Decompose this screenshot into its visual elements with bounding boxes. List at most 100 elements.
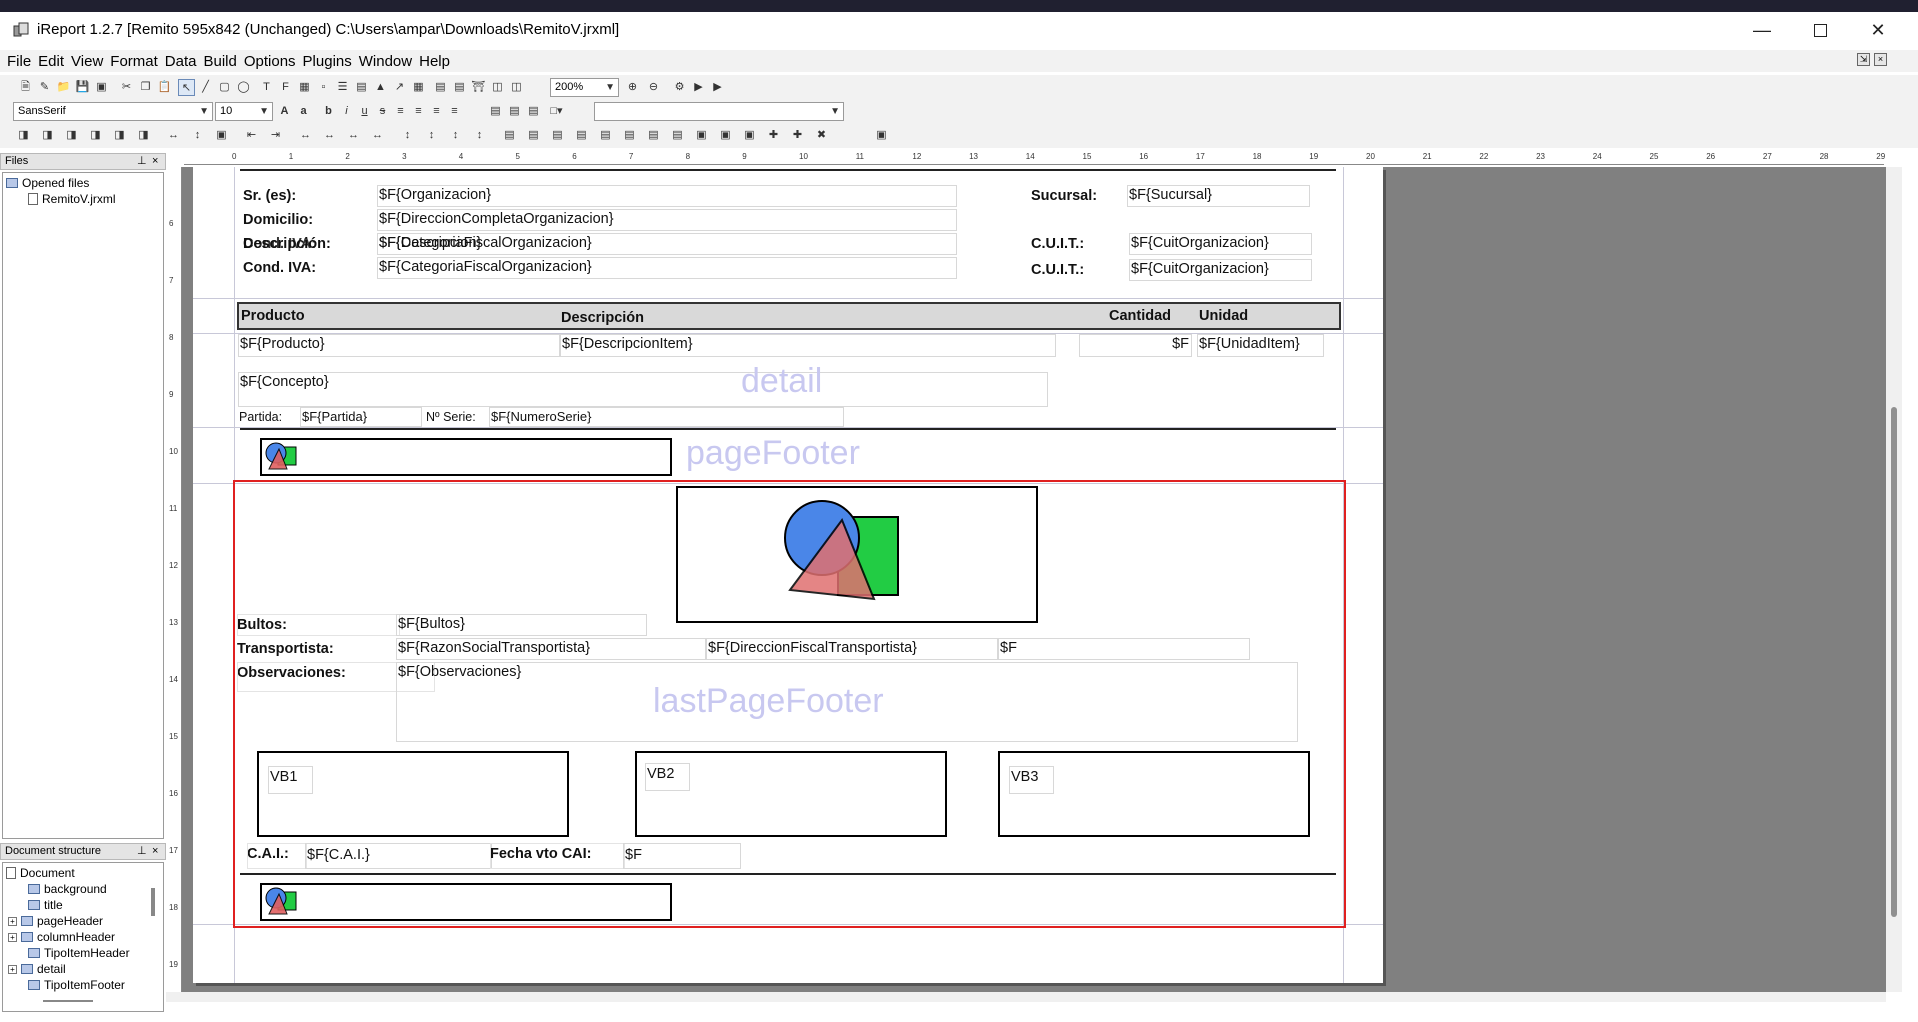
wizard-icon[interactable]: ✎: [36, 79, 53, 96]
line-chart-tool-icon[interactable]: ↗: [391, 79, 408, 96]
underline-icon[interactable]: u: [356, 103, 373, 120]
domicilio-field[interactable]: $F{DireccionCompletaOrganizacion}: [377, 209, 957, 231]
tree-item-background[interactable]: background: [28, 882, 107, 896]
menu-edit[interactable]: Edit: [31, 53, 64, 70]
strikethrough-icon[interactable]: s: [374, 103, 391, 120]
tree-scrollbar-thumb[interactable]: [151, 888, 155, 916]
cond-iva-field[interactable]: $F{CategoriaFiscalOrganizacion}: [377, 257, 957, 279]
transportista-field[interactable]: $F{RazonSocialTransportista}: [396, 638, 706, 660]
vb1-box[interactable]: [257, 751, 569, 837]
adapt-bottom-icon[interactable]: ▤: [621, 127, 638, 144]
zoom-in-icon[interactable]: ⊕: [624, 79, 641, 96]
adapt-left-icon[interactable]: ▤: [645, 127, 662, 144]
detail-cantidad-field[interactable]: $F: [1079, 334, 1192, 357]
compile-icon[interactable]: ⚙: [671, 79, 688, 96]
align-left-edges-icon[interactable]: ◨: [15, 127, 32, 144]
menu-build[interactable]: Build: [196, 53, 236, 70]
paste-icon[interactable]: 📋: [156, 79, 173, 96]
remove-margins-icon[interactable]: ✖: [813, 127, 830, 144]
adapt-top-icon[interactable]: ▤: [597, 127, 614, 144]
font-size-combo[interactable]: 10 ▼: [215, 102, 273, 121]
menu-data[interactable]: Data: [158, 53, 197, 70]
chart-tool-icon[interactable]: ▲: [372, 79, 389, 96]
hspace-increase-icon[interactable]: ↔: [321, 127, 338, 144]
zoom-combo[interactable]: 200% ▼: [550, 78, 619, 97]
stretch-width-icon[interactable]: ▤: [501, 127, 518, 144]
run-db-icon[interactable]: ▶: [709, 79, 726, 96]
detail-producto-field[interactable]: $F{Producto}: [238, 334, 560, 357]
italic-icon[interactable]: i: [338, 103, 355, 120]
detail-unidad-item-field[interactable]: $F{UnidadItem}: [1197, 334, 1324, 357]
menu-options[interactable]: Options: [237, 53, 296, 70]
text-field-tool-icon[interactable]: F: [277, 79, 294, 96]
cuit-field-1[interactable]: $F{CuitOrganizacion}: [1129, 233, 1312, 255]
tree-item-opened-files[interactable]: Opened files: [6, 176, 89, 190]
pin-icon[interactable]: ⊥: [137, 154, 147, 169]
tree-item-tipoitemheader[interactable]: TipoItemHeader: [28, 946, 130, 960]
menu-help[interactable]: Help: [412, 53, 450, 70]
save-all-icon[interactable]: ▣: [93, 79, 110, 96]
close-panel-icon[interactable]: ×: [152, 154, 158, 169]
adapt-right-icon[interactable]: ▤: [669, 127, 686, 144]
close-button[interactable]: ✕: [1850, 12, 1906, 48]
maximize-button[interactable]: [1792, 12, 1848, 48]
same-width-icon[interactable]: ↔: [165, 127, 182, 144]
align-center-icon[interactable]: ≡: [410, 103, 427, 120]
rectangle-tool-icon[interactable]: ▢: [216, 79, 233, 96]
groups-icon[interactable]: ▤: [451, 79, 468, 96]
minimize-button[interactable]: —: [1734, 12, 1790, 48]
bold-icon[interactable]: b: [320, 103, 337, 120]
run-icon[interactable]: ▶: [690, 79, 707, 96]
center-vertical-icon[interactable]: ⇥: [267, 127, 284, 144]
join-right-icon[interactable]: ▤: [573, 127, 590, 144]
pointer-tool-icon[interactable]: ↖: [178, 79, 195, 96]
close-doc-icon[interactable]: ×: [1874, 53, 1887, 66]
tree-item-tipoitemfooter[interactable]: TipoItemFooter: [28, 978, 125, 992]
tree-item-detail[interactable]: + detail: [8, 962, 66, 976]
menu-window[interactable]: Window: [352, 53, 412, 70]
hspace-equal-icon[interactable]: ↔: [297, 127, 314, 144]
cuit-field-2[interactable]: $F{CuitOrganizacion}: [1129, 259, 1312, 281]
subreport-tool-icon[interactable]: ▤: [353, 79, 370, 96]
scrollbar-thumb[interactable]: [1891, 407, 1897, 917]
static-text-tool-icon[interactable]: T: [258, 79, 275, 96]
observaciones-field[interactable]: $F{Observaciones}: [396, 662, 1298, 742]
border-bottom-icon[interactable]: ▤: [525, 103, 542, 120]
menu-format[interactable]: Format: [103, 53, 158, 70]
border-top-icon[interactable]: ▤: [487, 103, 504, 120]
expand-icon[interactable]: +: [8, 932, 17, 942]
vspace-equal-icon[interactable]: ↕: [399, 127, 416, 144]
bring-forward-icon[interactable]: ✚: [765, 127, 782, 144]
align-vcenter-icon[interactable]: ◨: [111, 127, 128, 144]
tree-item-file[interactable]: RemitoV.jrxml: [28, 192, 116, 206]
horizontal-scrollbar[interactable]: [166, 992, 1886, 1002]
organize-icon[interactable]: ▣: [693, 127, 710, 144]
barcode-tool-icon[interactable]: ☰: [334, 79, 351, 96]
style-combo[interactable]: ▼: [594, 102, 844, 121]
line-tool-icon[interactable]: ╱: [197, 79, 214, 96]
vspace-decrease-icon[interactable]: ↕: [447, 127, 464, 144]
menu-plugins[interactable]: Plugins: [296, 53, 352, 70]
vspace-increase-icon[interactable]: ↕: [423, 127, 440, 144]
pagefooter-image-frame[interactable]: [260, 438, 672, 476]
bultos-field[interactable]: $F{Bultos}: [396, 614, 647, 636]
same-size-icon[interactable]: ▣: [213, 127, 230, 144]
open-icon[interactable]: 📁: [55, 79, 72, 96]
bring-front-icon[interactable]: ▣: [717, 127, 734, 144]
copy-icon[interactable]: ❐: [137, 79, 154, 96]
restore-doc-icon[interactable]: ⇲: [1857, 53, 1870, 66]
align-right-icon[interactable]: ≡: [428, 103, 445, 120]
tree-item-title[interactable]: title: [28, 898, 63, 912]
crosstab-tool-icon[interactable]: ▦: [410, 79, 427, 96]
styles-icon[interactable]: ◫: [508, 79, 525, 96]
zoom-out-icon[interactable]: ⊖: [645, 79, 662, 96]
vb3-box[interactable]: [998, 751, 1310, 837]
save-icon[interactable]: 💾: [74, 79, 91, 96]
same-height-icon[interactable]: ↕: [189, 127, 206, 144]
ellipse-tool-icon[interactable]: ◯: [235, 79, 252, 96]
lastpagefooter-logo-frame[interactable]: [260, 883, 672, 921]
align-left-icon[interactable]: ≡: [392, 103, 409, 120]
new-icon[interactable]: 🗎: [17, 79, 34, 96]
menu-view[interactable]: View: [64, 53, 103, 70]
vertical-scrollbar[interactable]: [1886, 167, 1902, 992]
